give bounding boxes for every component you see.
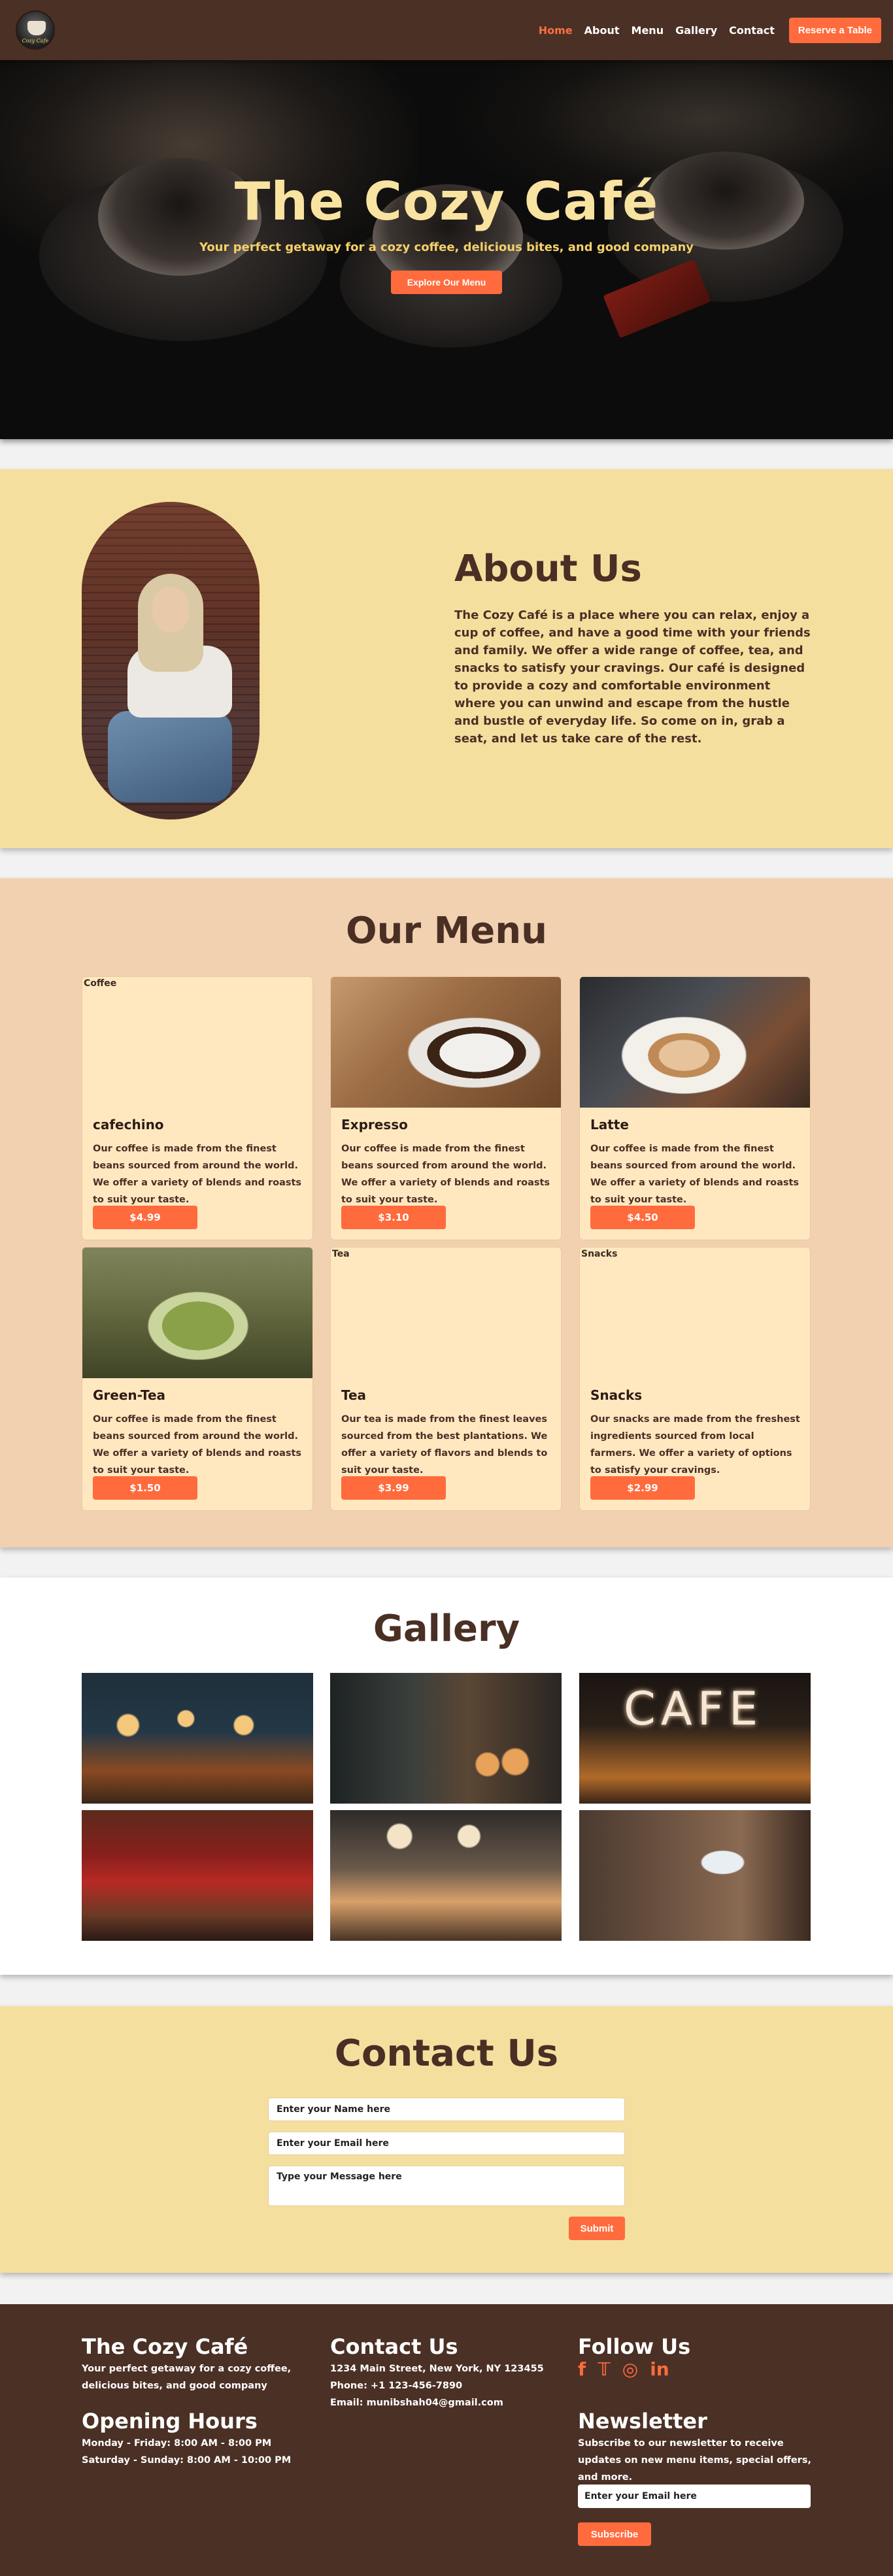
nav-link-menu[interactable]: Menu: [632, 24, 664, 37]
menu-item-price-button[interactable]: $4.99: [93, 1206, 197, 1229]
twitter-icon[interactable]: 𝕋: [598, 2359, 611, 2380]
gallery-image[interactable]: [82, 1673, 313, 1804]
menu-card-image: [580, 1247, 810, 1378]
gallery-title: Gallery: [373, 1608, 520, 1650]
footer-brand-tagline: Your perfect getaway for a cozy coffee, …: [82, 2364, 292, 2391]
footer-hours-weekend: Saturday - Sunday: 8:00 AM - 10:00 PM: [82, 2455, 292, 2466]
menu-card-image: [331, 1247, 561, 1378]
menu-card: Snacks Snacks Our snacks are made from t…: [579, 1247, 811, 1511]
menu-card: Green-Tea Our coffee is made from the fi…: [82, 1247, 313, 1511]
menu-item-price-button[interactable]: $2.99: [590, 1476, 695, 1500]
menu-item-price-button[interactable]: $3.99: [341, 1476, 446, 1500]
menu-item-description: Our coffee is made from the finest beans…: [93, 1144, 302, 1205]
menu-card-image: [82, 1247, 312, 1378]
gallery-image[interactable]: [82, 1810, 313, 1941]
gallery-image[interactable]: [330, 1673, 562, 1804]
coffee-cup-icon: [27, 21, 46, 35]
about-photo: [82, 502, 260, 819]
nav-link-contact[interactable]: Contact: [729, 24, 775, 37]
broken-image-alt-text: Coffee: [84, 978, 117, 989]
nav-link-home[interactable]: Home: [539, 24, 573, 37]
menu-card: Expresso Our coffee is made from the fin…: [330, 976, 562, 1240]
gallery-section: Gallery CAFE: [0, 1577, 893, 1975]
menu-item-description: Our coffee is made from the finest beans…: [341, 1144, 550, 1205]
message-textarea[interactable]: Type your Message here: [268, 2166, 625, 2206]
gallery-image[interactable]: [579, 1810, 811, 1941]
name-input[interactable]: Enter your Name here: [268, 2098, 625, 2121]
menu-card: Coffee cafechino Our coffee is made from…: [82, 976, 313, 1240]
menu-item-name: Expresso: [341, 1117, 408, 1132]
contact-section: Contact Us Enter your Name here Enter yo…: [0, 2006, 893, 2273]
nav-link-about[interactable]: About: [584, 24, 620, 37]
menu-item-name: Tea: [341, 1387, 367, 1403]
menu-item-name: Green-Tea: [93, 1387, 166, 1403]
menu-item-description: Our coffee is made from the finest beans…: [590, 1144, 800, 1205]
footer-follow-title: Follow Us: [578, 2334, 691, 2359]
footer-email: Email: munibshah04@gmail.com: [330, 2398, 503, 2408]
nav-links: Home About Menu Gallery Contact Reserve …: [539, 17, 881, 43]
menu-item-price-button[interactable]: $4.50: [590, 1206, 695, 1229]
about-title: About Us: [454, 548, 642, 590]
footer-newsletter-text: Subscribe to our newsletter to receive u…: [578, 2438, 811, 2483]
menu-item-price-button[interactable]: $1.50: [93, 1476, 197, 1500]
menu-item-name: Latte: [590, 1117, 629, 1132]
footer-phone: Phone: +1 123-456-7890: [330, 2381, 463, 2391]
menu-card: Tea Tea Our tea is made from the finest …: [330, 1247, 562, 1511]
newsletter-email-input[interactable]: Enter your Email here: [578, 2485, 811, 2508]
menu-card-image: [331, 977, 561, 1108]
instagram-icon[interactable]: ◎: [622, 2359, 638, 2380]
footer-address: 1234 Main Street, New York, NY 123455: [330, 2364, 544, 2374]
broken-image-alt-text: Tea: [332, 1249, 350, 1259]
reserve-table-button[interactable]: Reserve a Table: [788, 17, 881, 43]
footer-newsletter-title: Newsletter: [578, 2409, 707, 2434]
menu-section: Our Menu Coffee cafechino Our coffee is …: [0, 878, 893, 1547]
gallery-image[interactable]: [330, 1810, 562, 1941]
footer-hours-title: Opening Hours: [82, 2409, 258, 2434]
hero-subtitle: Your perfect getaway for a cozy coffee, …: [199, 240, 694, 254]
subscribe-button[interactable]: Subscribe: [578, 2522, 651, 2546]
footer-brand-title: The Cozy Café: [82, 2334, 248, 2359]
hero-title: The Cozy Café: [234, 171, 659, 232]
footer-hours-weekday: Monday - Friday: 8:00 AM - 8:00 PM: [82, 2438, 272, 2449]
contact-title: Contact Us: [334, 2032, 559, 2075]
cafe-neon-sign: CAFE: [624, 1682, 764, 1736]
menu-card: Latte Our coffee is made from the finest…: [579, 976, 811, 1240]
menu-title: Our Menu: [345, 910, 548, 952]
email-input[interactable]: Enter your Email here: [268, 2132, 625, 2155]
social-links: f 𝕋 ◎ in: [578, 2359, 669, 2380]
menu-card-image: [82, 977, 312, 1108]
menu-item-name: cafechino: [93, 1117, 164, 1132]
explore-menu-button[interactable]: Explore Our Menu: [391, 271, 502, 294]
menu-card-image: [580, 977, 810, 1108]
submit-button[interactable]: Submit: [569, 2217, 625, 2240]
gallery-image[interactable]: CAFE: [579, 1673, 811, 1804]
nav-link-gallery[interactable]: Gallery: [675, 24, 717, 37]
menu-item-price-button[interactable]: $3.10: [341, 1206, 446, 1229]
navbar: Cozy Cafe Home About Menu Gallery Contac…: [0, 0, 893, 60]
menu-item-description: Our coffee is made from the finest beans…: [93, 1414, 302, 1476]
linkedin-icon[interactable]: in: [650, 2359, 669, 2380]
footer-contact-title: Contact Us: [330, 2334, 458, 2359]
footer: The Cozy Café Your perfect getaway for a…: [0, 2304, 893, 2576]
broken-image-alt-text: Snacks: [581, 1249, 618, 1259]
menu-item-description: Our snacks are made from the freshest in…: [590, 1414, 800, 1476]
hero-section: The Cozy Café Your perfect getaway for a…: [0, 60, 893, 439]
logo-text: Cozy Cafe: [22, 38, 49, 44]
menu-item-name: Snacks: [590, 1387, 643, 1403]
facebook-icon[interactable]: f: [578, 2359, 586, 2380]
about-text: The Cozy Café is a place where you can r…: [454, 608, 811, 746]
menu-item-description: Our tea is made from the finest leaves s…: [341, 1414, 548, 1476]
about-section: About Us The Cozy Café is a place where …: [0, 469, 893, 848]
cafe-logo[interactable]: Cozy Cafe: [16, 10, 55, 50]
